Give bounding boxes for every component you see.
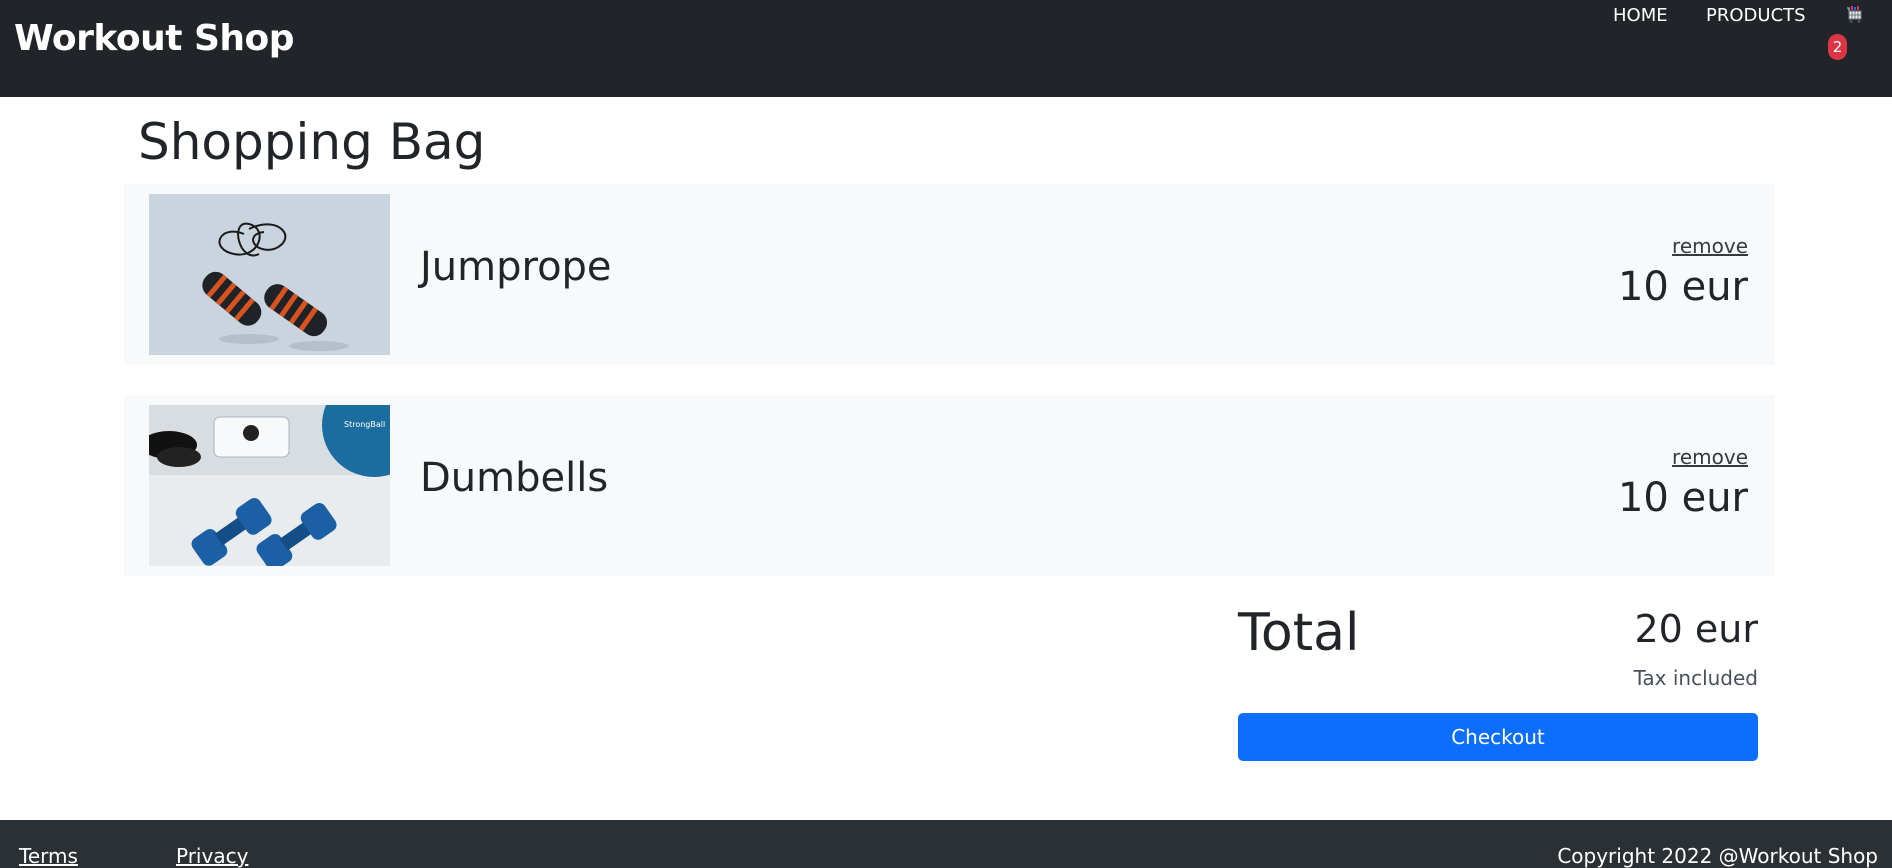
remove-item-link[interactable]: remove xyxy=(1672,445,1748,469)
cart-button[interactable]: 2 xyxy=(1826,4,1862,60)
navbar: Workout Shop HOME PRODUCTS 2 xyxy=(0,0,1892,97)
remove-item-link[interactable]: remove xyxy=(1672,234,1748,258)
privacy-link[interactable]: Privacy xyxy=(176,844,248,868)
bag-item: StrongBall Dumbells remove 10 eur xyxy=(124,395,1775,576)
checkout-button[interactable]: Checkout xyxy=(1238,713,1758,761)
total-value: 20 eur xyxy=(1634,607,1758,651)
page-title: Shopping Bag xyxy=(138,113,486,171)
svg-text:StrongBall: StrongBall xyxy=(344,420,385,429)
brand-logo[interactable]: Workout Shop xyxy=(14,18,295,59)
jumprope-image xyxy=(149,194,390,355)
nav-home-link[interactable]: HOME xyxy=(1613,5,1668,26)
tax-note: Tax included xyxy=(1633,666,1758,690)
cart-count-badge: 2 xyxy=(1828,34,1847,60)
footer: Terms Privacy Copyright 2022 @Workout Sh… xyxy=(0,820,1892,868)
copyright-text: Copyright 2022 @Workout Shop xyxy=(1557,844,1878,868)
item-name: Dumbells xyxy=(420,455,609,501)
item-price: 10 eur xyxy=(1617,475,1748,521)
item-name: Jumprope xyxy=(420,244,612,290)
dumbbells-image: StrongBall xyxy=(149,405,390,566)
terms-link[interactable]: Terms xyxy=(19,844,78,868)
nav-products-link[interactable]: PRODUCTS xyxy=(1706,5,1806,26)
shopping-cart-icon xyxy=(1846,6,1864,28)
bag-item: Jumprope remove 10 eur xyxy=(124,184,1775,365)
item-price: 10 eur xyxy=(1617,264,1748,310)
total-label: Total xyxy=(1238,603,1360,663)
